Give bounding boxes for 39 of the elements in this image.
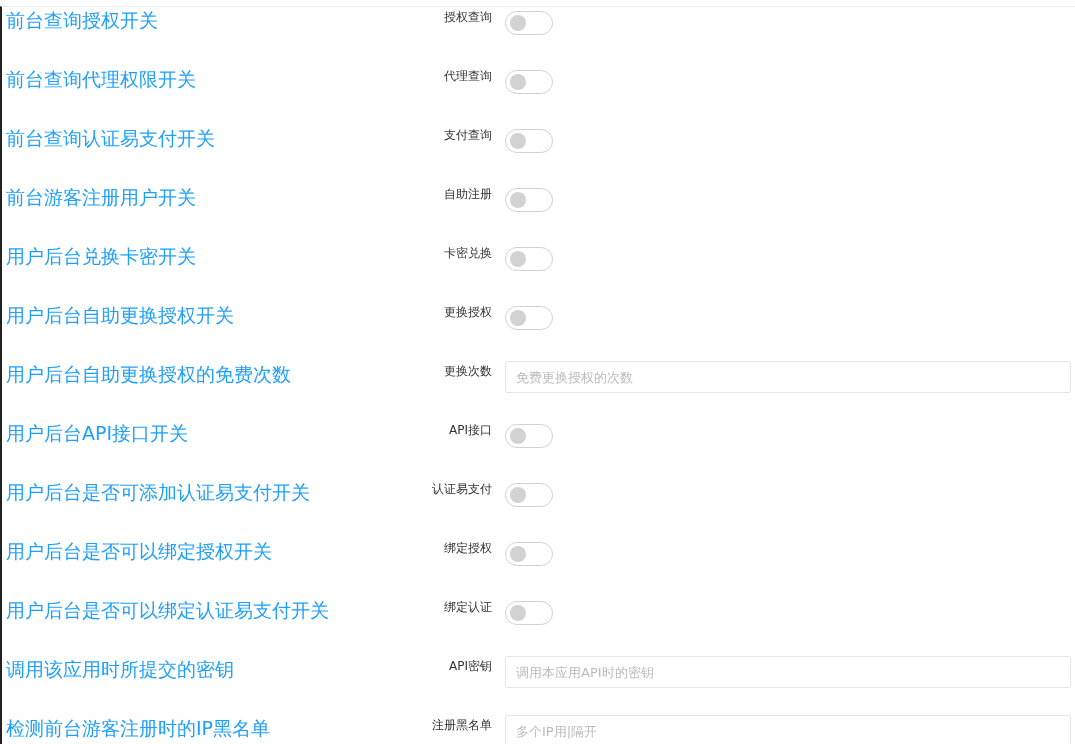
input-field[interactable]: 调用本应用API时的密钥 (505, 656, 1071, 688)
input-field[interactable]: 免费更换授权的次数 (505, 361, 1071, 393)
setting-heading: 用户后台自助更换授权的免费次数 (5, 362, 292, 387)
setting-heading: 前台查询认证易支付开关 (5, 126, 216, 151)
field-label: 代理查询 (443, 68, 492, 85)
toggle-switch[interactable] (505, 483, 553, 507)
setting-heading: 调用该应用时所提交的密钥 (5, 657, 235, 682)
toggle-switch[interactable] (505, 129, 553, 153)
field-label: 更换次数 (443, 363, 492, 380)
toggle-switch[interactable] (505, 70, 553, 94)
field-label: API密钥 (448, 658, 492, 675)
field-label: 支付查询 (443, 127, 492, 144)
toggle-switch[interactable] (505, 11, 553, 35)
setting-heading: 用户后台自助更换授权开关 (5, 303, 235, 328)
setting-heading: 检测前台游客注册时的IP黑名单 (5, 716, 272, 741)
field-label: 授权查询 (443, 9, 492, 26)
input-field[interactable]: 多个IP用|隔开 (505, 715, 1071, 744)
setting-heading: 前台查询代理权限开关 (5, 67, 197, 92)
toggle-switch[interactable] (505, 247, 553, 271)
field-label: 绑定授权 (443, 540, 492, 557)
toggle-switch[interactable] (505, 424, 553, 448)
field-label: 自助注册 (443, 186, 492, 203)
toggle-switch[interactable] (505, 306, 553, 330)
setting-heading: 用户后台是否可以绑定认证易支付开关 (5, 598, 330, 623)
field-label: 绑定认证 (443, 599, 492, 616)
setting-heading: 用户后台兑换卡密开关 (5, 244, 197, 269)
toggle-switch[interactable] (505, 542, 553, 566)
setting-heading: 前台游客注册用户开关 (5, 185, 197, 210)
setting-heading: 前台查询授权开关 (5, 8, 159, 33)
field-label: 更换授权 (443, 304, 492, 321)
toggle-switch[interactable] (505, 188, 553, 212)
field-label: API接口 (448, 422, 492, 439)
setting-heading: 用户后台是否可添加认证易支付开关 (5, 480, 311, 505)
field-label: 卡密兑换 (443, 245, 492, 262)
toggle-switch[interactable] (505, 601, 553, 625)
setting-heading: 用户后台API接口开关 (5, 421, 190, 446)
field-label: 注册黑名单 (431, 717, 492, 734)
field-label: 认证易支付 (431, 481, 492, 498)
setting-heading: 用户后台是否可以绑定授权开关 (5, 539, 273, 564)
